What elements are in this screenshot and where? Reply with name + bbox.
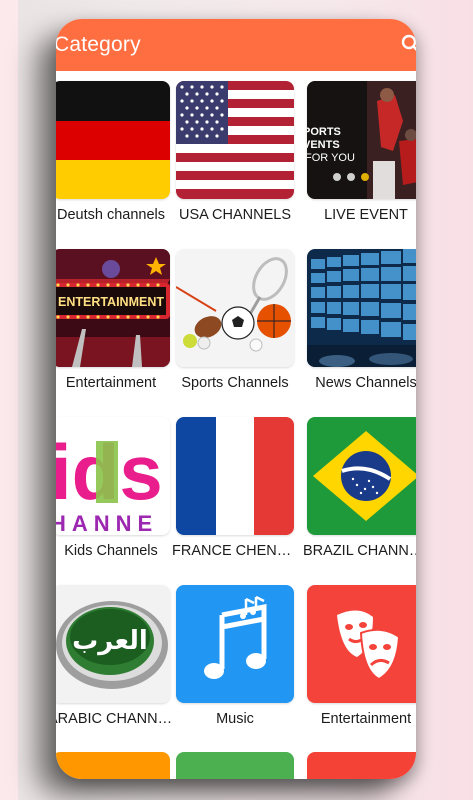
category-tile-music[interactable]: Music bbox=[176, 575, 294, 727]
news-screens-icon bbox=[307, 249, 416, 367]
category-label: BRAZIL CHANNELS bbox=[303, 543, 416, 559]
germany-flag-icon bbox=[56, 81, 170, 199]
usa-flag-icon bbox=[176, 81, 294, 199]
page-title: Category bbox=[56, 33, 141, 56]
sports-balls-icon bbox=[176, 249, 294, 367]
category-label: Music bbox=[216, 711, 254, 727]
music-note-icon bbox=[176, 585, 294, 703]
category-tile-live-event[interactable]: PORTS VENTS FOR YOU LIVE EVENT bbox=[307, 71, 416, 223]
background-strip bbox=[0, 0, 18, 800]
search-icon[interactable] bbox=[400, 33, 416, 55]
category-label: ARABIC CHANNELS bbox=[56, 711, 174, 727]
phone-screen: Category Deutsh channels USA CHANNELS OR… bbox=[56, 19, 416, 779]
category-label: LIVE EVENT bbox=[324, 207, 408, 223]
category-tile-brazil[interactable]: BRAZIL CHANNELS bbox=[303, 407, 416, 559]
kids-channel-logo-icon: ids HANNE bbox=[56, 417, 170, 535]
marquee-text: ENTERTAINMENT bbox=[58, 295, 164, 309]
alarabiya-logo-icon: العرب bbox=[56, 585, 170, 703]
live-event-text-2: VENTS bbox=[307, 139, 340, 151]
france-flag-icon bbox=[176, 417, 294, 535]
live-event-icon: PORTS VENTS FOR YOU bbox=[307, 81, 416, 199]
arabic-logo-text: العرب bbox=[72, 626, 148, 656]
category-tile-arabic[interactable]: العرب ARABIC CHANNELS bbox=[56, 575, 174, 727]
app-bar: Category bbox=[56, 19, 416, 71]
brazil-flag-icon bbox=[307, 417, 416, 535]
category-tile-kids[interactable]: ids HANNE Kids Channels bbox=[56, 407, 170, 559]
live-event-text-1: PORTS bbox=[307, 126, 341, 138]
partial-tile-2[interactable] bbox=[176, 752, 294, 779]
category-tile-usa[interactable]: USA CHANNELS bbox=[176, 71, 294, 223]
kids-logo-subtext: HANNE bbox=[56, 511, 158, 535]
category-tile-sports[interactable]: Sports Channels bbox=[176, 239, 294, 391]
category-tile-france[interactable]: FRANCE CHENNELS bbox=[172, 407, 298, 559]
live-event-text-3: FOR YOU bbox=[307, 152, 355, 164]
category-label: Entertainment bbox=[320, 711, 412, 727]
category-label: Entertainment bbox=[65, 375, 157, 391]
category-label: FRANCE CHENNELS bbox=[172, 543, 298, 559]
category-tile-news[interactable]: News Channels bbox=[307, 239, 416, 391]
theater-masks-icon bbox=[307, 585, 416, 703]
category-label: Sports Channels bbox=[181, 375, 289, 391]
partial-tile-1[interactable] bbox=[56, 752, 170, 779]
category-tile-entertainment-2[interactable]: Entertainment bbox=[307, 575, 416, 727]
category-label: Kids Channels bbox=[64, 543, 158, 559]
partial-tile-3[interactable] bbox=[307, 752, 416, 779]
entertainment-marquee-icon: ENTERTAINMENT bbox=[56, 249, 170, 367]
category-label: News Channels bbox=[315, 375, 416, 391]
category-grid: Deutsh channels USA CHANNELS ORTS ENTS F… bbox=[56, 71, 416, 779]
category-label: USA CHANNELS bbox=[178, 207, 291, 223]
category-tile-germany[interactable]: Deutsh channels bbox=[56, 71, 170, 223]
category-label: Deutsh channels bbox=[56, 207, 165, 223]
category-tile-entertainment[interactable]: ENTERTAINMENT Entertainment bbox=[56, 239, 170, 391]
